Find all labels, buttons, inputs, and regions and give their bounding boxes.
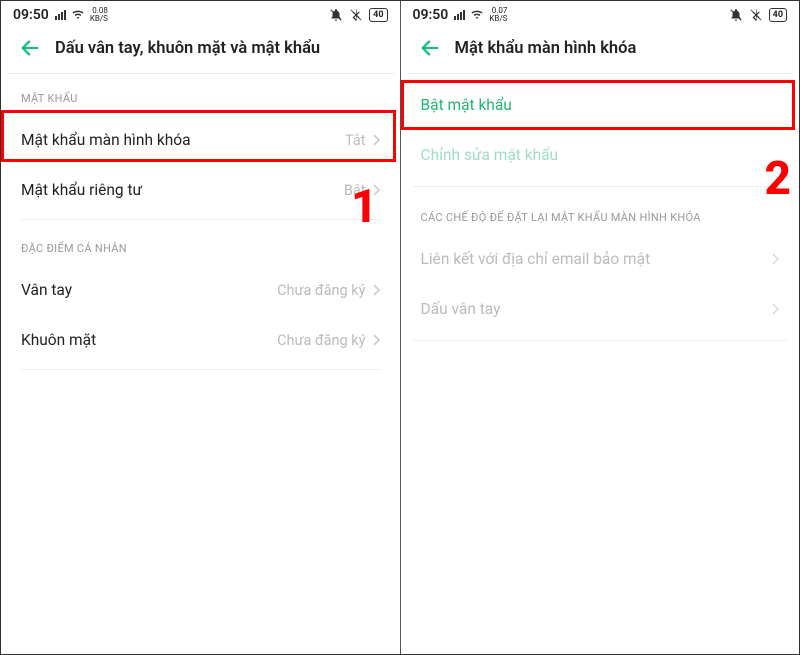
status-time: 09:50: [413, 7, 449, 23]
signal-icon: [55, 10, 66, 20]
status-bar: 09:50 0.07KB/S 40: [401, 1, 800, 27]
row-title: Mật khẩu màn hình khóa: [21, 131, 191, 149]
page-title: Dấu vân tay, khuôn mặt và mật khẩu: [55, 39, 320, 58]
row-title: Mật khẩu riêng tư: [21, 181, 142, 199]
chevron-right-icon: [372, 184, 380, 196]
page-header: Dấu vân tay, khuôn mặt và mật khẩu: [7, 27, 394, 74]
back-icon[interactable]: [19, 37, 41, 59]
back-icon[interactable]: [419, 37, 441, 59]
bluetooth-off-icon: [349, 8, 363, 22]
row-private-password[interactable]: Mật khẩu riêng tư Bật: [13, 165, 388, 215]
row-value: Chưa đăng ký: [277, 282, 379, 299]
wifi-icon: [72, 9, 84, 21]
row-value: [771, 253, 779, 265]
section-header-reset: CÁC CHẾ ĐỘ ĐỂ ĐẶT LẠI MẬT KHẨU MÀN HÌNH …: [413, 193, 788, 234]
chevron-right-icon: [372, 284, 380, 296]
divider: [21, 369, 380, 370]
battery-level: 40: [769, 8, 787, 22]
row-value: Tắt: [345, 132, 379, 149]
page-header: Mật khẩu màn hình khóa: [407, 27, 794, 74]
divider: [413, 340, 788, 341]
section-header-personal: ĐẶC ĐIỂM CÁ NHÂN: [13, 224, 388, 265]
row-fingerprint-reset: Dấu vân tay: [413, 284, 788, 334]
row-value: Bật: [344, 182, 380, 199]
status-time: 09:50: [13, 7, 49, 23]
mute-icon: [329, 8, 343, 22]
row-link-email: Liên kết với địa chỉ email bảo mật: [413, 234, 788, 284]
page-title: Mật khẩu màn hình khóa: [455, 39, 637, 58]
wifi-icon: [471, 9, 483, 21]
status-data-rate: 0.08KB/S: [90, 7, 108, 23]
row-title: Khuôn mặt: [21, 331, 96, 349]
row-title: Vân tay: [21, 281, 72, 299]
chevron-right-icon: [372, 334, 380, 346]
phone-right: 09:50 0.07KB/S 40 Mật khẩu màn hình khóa…: [401, 1, 800, 654]
row-lock-password[interactable]: Mật khẩu màn hình khóa Tắt: [13, 115, 388, 165]
section-header-password: MẬT KHẨU: [13, 74, 388, 115]
row-edit-password: Chỉnh sửa mật khẩu: [413, 130, 788, 180]
row-fingerprint[interactable]: Vân tay Chưa đăng ký: [13, 265, 388, 315]
settings-content: MẬT KHẨU Mật khẩu màn hình khóa Tắt Mật …: [1, 74, 400, 654]
settings-content: Bật mật khẩu Chỉnh sửa mật khẩu CÁC CHẾ …: [401, 74, 800, 654]
signal-icon: [454, 10, 465, 20]
bluetooth-off-icon: [749, 8, 763, 22]
row-title: Bật mật khẩu: [421, 96, 512, 114]
mute-icon: [729, 8, 743, 22]
row-title: Chỉnh sửa mật khẩu: [421, 146, 559, 164]
row-value: Chưa đăng ký: [277, 332, 379, 349]
chevron-right-icon: [372, 134, 380, 146]
row-title: Liên kết với địa chỉ email bảo mật: [421, 250, 651, 268]
divider: [413, 186, 788, 187]
phone-left: 09:50 0.08KB/S 40 Dấu vân tay, khuôn mặt…: [1, 1, 401, 654]
row-title: Dấu vân tay: [421, 300, 501, 318]
status-bar: 09:50 0.08KB/S 40: [1, 1, 400, 27]
row-value: [771, 303, 779, 315]
divider: [21, 219, 380, 220]
chevron-right-icon: [771, 253, 779, 265]
row-enable-password[interactable]: Bật mật khẩu: [413, 80, 788, 130]
status-data-rate: 0.07KB/S: [489, 7, 507, 23]
row-face[interactable]: Khuôn mặt Chưa đăng ký: [13, 315, 388, 365]
chevron-right-icon: [771, 303, 779, 315]
battery-level: 40: [369, 8, 387, 22]
